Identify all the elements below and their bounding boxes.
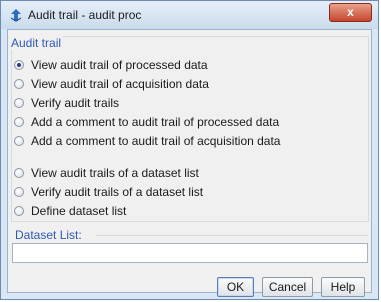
option-label: Define dataset list <box>31 204 127 218</box>
radio-button-checked[interactable] <box>14 60 24 70</box>
cancel-button[interactable]: Cancel <box>262 277 313 297</box>
window-title: Audit trail - audit proc <box>28 8 142 22</box>
ok-button[interactable]: OK <box>217 277 254 297</box>
option-label: Add a comment to audit trail of processe… <box>31 115 280 129</box>
option-view-acquisition[interactable]: View audit trail of acquisition data <box>14 76 209 92</box>
dialog-body: Audit trail View audit trail of processe… <box>7 29 372 297</box>
close-icon: x <box>347 5 354 19</box>
option-label: Verify audit trails of a dataset list <box>31 185 204 199</box>
option-label: View audit trail of acquisition data <box>31 77 209 91</box>
title-bar[interactable]: Audit trail - audit proc x <box>1 1 378 29</box>
option-verify[interactable]: Verify audit trails <box>14 95 119 111</box>
group-legend: Audit trail <box>11 36 64 50</box>
audit-trail-dialog: Audit trail - audit proc x Audit trail V… <box>0 0 379 300</box>
radio-button[interactable] <box>14 117 24 127</box>
help-button[interactable]: Help <box>321 277 365 297</box>
option-label: View audit trail of processed data <box>31 58 208 72</box>
option-view-processed[interactable]: View audit trail of processed data <box>14 57 208 73</box>
option-label: Add a comment to audit trail of acquisit… <box>31 134 281 148</box>
option-comment-processed[interactable]: Add a comment to audit trail of processe… <box>14 114 279 130</box>
radio-button[interactable] <box>14 206 24 216</box>
app-icon <box>9 8 23 22</box>
option-comment-acquisition[interactable]: Add a comment to audit trail of acquisit… <box>14 133 280 149</box>
dataset-list-label: Dataset List: <box>15 228 82 242</box>
radio-button[interactable] <box>14 98 24 108</box>
option-view-dataset-list[interactable]: View audit trails of a dataset list <box>14 165 199 181</box>
option-verify-dataset-list[interactable]: Verify audit trails of a dataset list <box>14 184 203 200</box>
radio-button[interactable] <box>14 168 24 178</box>
option-define-dataset-list[interactable]: Define dataset list <box>14 203 126 219</box>
option-label: View audit trails of a dataset list <box>31 166 199 180</box>
radio-button[interactable] <box>14 79 24 89</box>
radio-button[interactable] <box>14 136 24 146</box>
dataset-list-input[interactable] <box>12 243 368 263</box>
dataset-list-divider <box>96 235 368 236</box>
option-label: Verify audit trails <box>31 96 120 110</box>
radio-button[interactable] <box>14 187 24 197</box>
close-button[interactable]: x <box>329 3 372 22</box>
